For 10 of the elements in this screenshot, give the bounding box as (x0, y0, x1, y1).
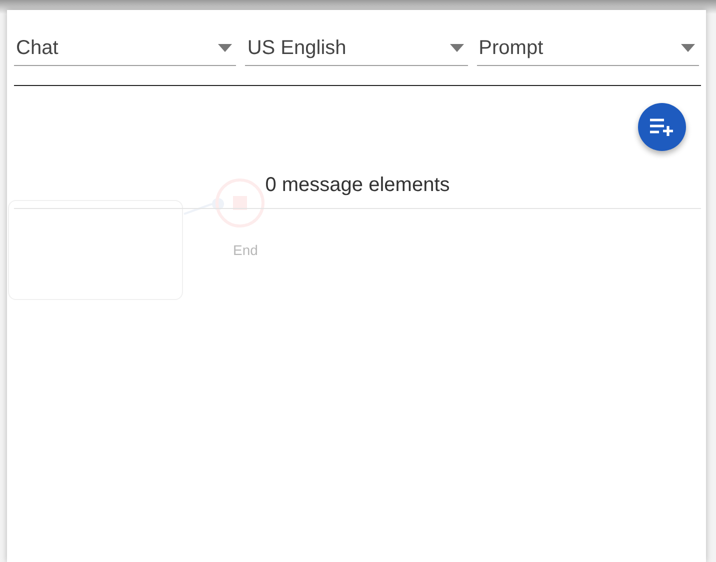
caret-icon (218, 44, 232, 52)
dropdown-select[interactable]: US English (245, 30, 468, 66)
message-count-text: 0 message elements (265, 172, 450, 198)
playlist-add-icon (649, 117, 675, 137)
caret-icon (450, 44, 464, 52)
dropdown-select[interactable]: Prompt (476, 30, 699, 66)
faded-node-label: End (233, 241, 258, 260)
add-to-list-button[interactable] (638, 103, 686, 151)
dropdown-select[interactable]: Chat (14, 30, 236, 66)
caret-icon (680, 44, 695, 52)
